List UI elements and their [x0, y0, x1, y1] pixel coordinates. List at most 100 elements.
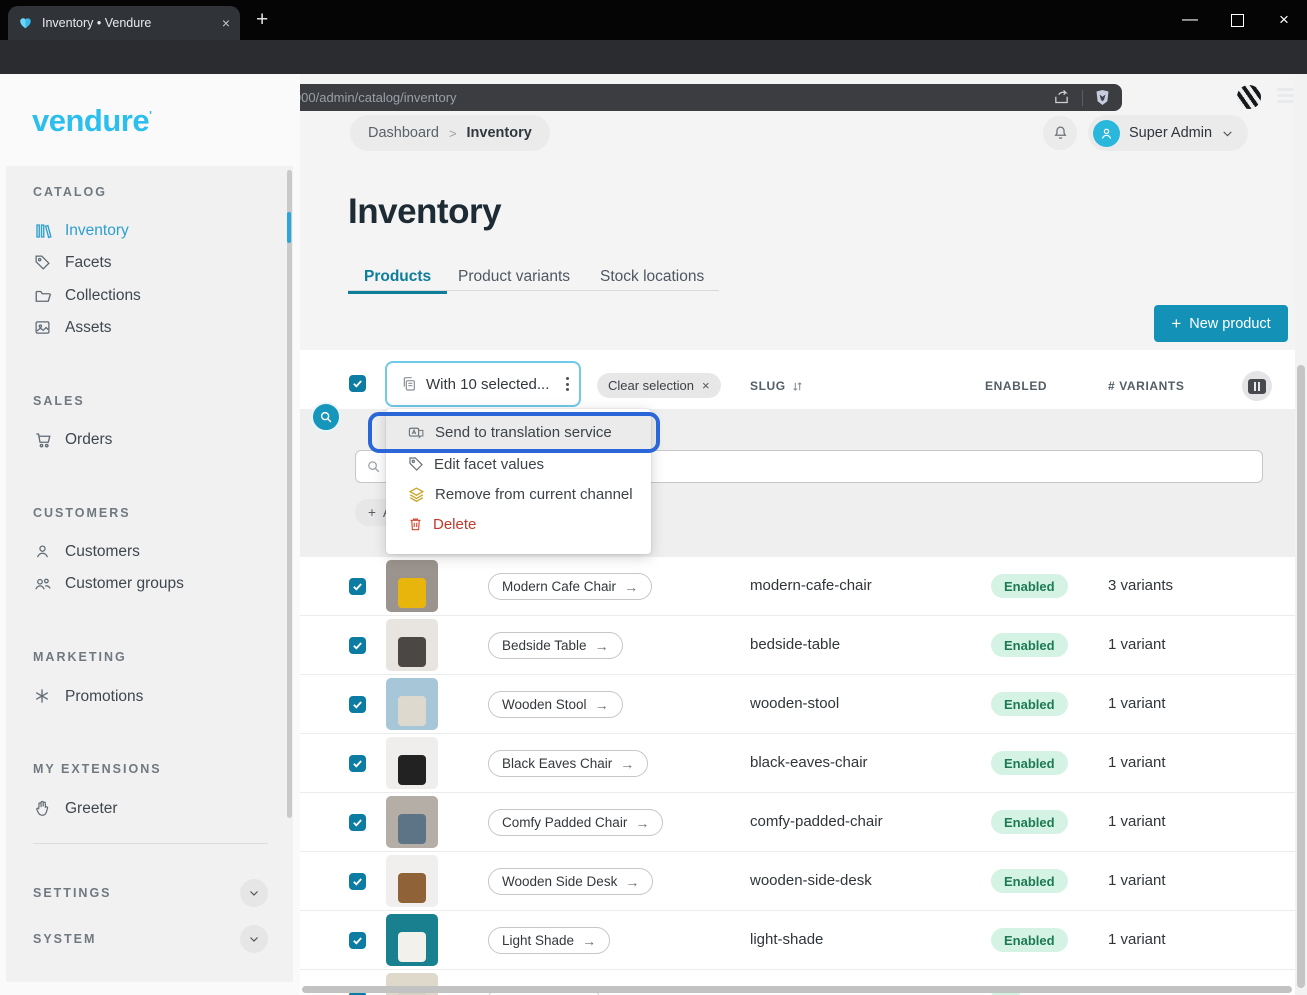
browser-profile-avatar[interactable]	[1237, 85, 1261, 109]
menu-item-edit-facet-values[interactable]: Edit facet values	[386, 449, 651, 479]
vendure-logo[interactable]: vendure'	[32, 103, 151, 139]
notifications-button[interactable]	[1043, 116, 1077, 150]
table-row[interactable]: Comfy Padded Chair→ comfy-padded-chair E…	[300, 793, 1295, 852]
sort-icon[interactable]	[791, 380, 804, 393]
table-row[interactable]: Black Eaves Chair→ black-eaves-chair Ena…	[300, 734, 1295, 793]
bulk-actions-button[interactable]: With 10 selected...	[385, 361, 581, 407]
row-checkbox[interactable]	[349, 873, 366, 890]
row-checkbox[interactable]	[349, 578, 366, 595]
tab-product-variants[interactable]: Product variants	[458, 262, 570, 291]
url-bar[interactable]: i localhost:3000/admin/catalog/inventory	[190, 84, 1122, 111]
arrow-right-icon: →	[625, 874, 639, 890]
tab-products[interactable]: Products	[348, 262, 447, 294]
sidebar-item-label: Assets	[65, 319, 112, 337]
column-header-enabled[interactable]: ENABLED	[985, 379, 1047, 393]
menu-item-label: Edit facet values	[434, 456, 544, 473]
trash-icon	[408, 516, 423, 532]
sidebar-item-inventory[interactable]: Inventory	[24, 216, 274, 246]
chevron-down-icon[interactable]	[240, 925, 268, 953]
row-checkbox[interactable]	[349, 932, 366, 949]
menu-item-remove-from-channel[interactable]: Remove from current channel	[386, 479, 651, 509]
status-badge: Enabled	[991, 869, 1068, 893]
arrow-right-icon: →	[582, 933, 596, 949]
folder-icon	[34, 287, 52, 305]
window-close-button[interactable]: ×	[1261, 0, 1307, 40]
product-name-link[interactable]: Wooden Stool→	[488, 691, 623, 718]
row-checkbox[interactable]	[349, 755, 366, 772]
breadcrumb-dashboard[interactable]: Dashboard	[368, 125, 439, 141]
sidebar-item-orders[interactable]: Orders	[24, 425, 274, 455]
arrow-right-icon: →	[595, 697, 609, 713]
product-name-link[interactable]: Black Eaves Chair→	[488, 750, 648, 777]
product-name-link[interactable]: Light Shade→	[488, 927, 610, 954]
sidebar-item-promotions[interactable]: Promotions	[24, 682, 274, 712]
horizontal-scrollbar-thumb[interactable]	[302, 986, 1292, 993]
table-row[interactable]: Light Shade→ light-shade Enabled 1 varia…	[300, 911, 1295, 970]
product-thumbnail	[386, 914, 438, 966]
search-toggle-button[interactable]	[311, 402, 341, 432]
sidebar-item-facets[interactable]: Facets	[24, 248, 274, 278]
section-sales: SALES	[33, 394, 85, 408]
status-badge: Enabled	[991, 633, 1068, 657]
sidebar-item-label: Collections	[65, 287, 141, 305]
product-name-link[interactable]: Wooden Side Desk→	[488, 868, 653, 895]
product-slug: wooden-stool	[750, 695, 839, 712]
sidebar-item-collections[interactable]: Collections	[24, 281, 274, 311]
page-title: Inventory	[348, 192, 501, 232]
row-checkbox[interactable]	[349, 696, 366, 713]
chevron-down-icon[interactable]	[240, 879, 268, 907]
breadcrumb-separator-icon: >	[449, 126, 457, 141]
page-scrollbar-thumb[interactable]	[1297, 365, 1305, 988]
user-menu[interactable]: Super Admin	[1088, 115, 1248, 151]
table-row[interactable]: Bedside Table→ bedside-table Enabled 1 v…	[300, 616, 1295, 675]
tab-stock-locations[interactable]: Stock locations	[600, 262, 704, 291]
sidebar-scrollbar[interactable]	[287, 170, 292, 818]
window-maximize-button[interactable]	[1214, 0, 1260, 40]
browser-tab[interactable]: Inventory • Vendure ×	[8, 6, 240, 40]
product-name-link[interactable]: Comfy Padded Chair→	[488, 809, 663, 836]
product-thumbnail	[386, 678, 438, 730]
status-badge: Enabled	[991, 692, 1068, 716]
sidebar-item-label: Customers	[65, 543, 140, 561]
select-all-checkbox[interactable]	[349, 375, 366, 392]
product-thumbnail	[386, 737, 438, 789]
table-row[interactable]: Wooden Stool→ wooden-stool Enabled 1 var…	[300, 675, 1295, 734]
clear-selection-button[interactable]: Clear selection ×	[597, 373, 721, 398]
brave-shield-icon[interactable]	[1095, 89, 1110, 106]
new-tab-button[interactable]: +	[256, 8, 268, 32]
sidebar-item-greeter[interactable]: Greeter	[24, 794, 274, 824]
row-checkbox[interactable]	[349, 814, 366, 831]
column-header-slug[interactable]: SLUG	[750, 379, 804, 393]
browser-menu-icon[interactable]	[1277, 88, 1294, 103]
menu-item-label: Delete	[433, 516, 476, 533]
variant-count: 1 variant	[1108, 695, 1166, 712]
sidebar-item-customers[interactable]: Customers	[24, 537, 274, 567]
menu-item-label: Send to translation service	[435, 424, 612, 441]
row-checkbox[interactable]	[349, 637, 366, 654]
product-name-link[interactable]: Modern Cafe Chair→	[488, 573, 652, 600]
product-slug: light-shade	[750, 931, 823, 948]
menu-item-delete[interactable]: Delete	[386, 509, 651, 539]
new-product-button[interactable]: + New product	[1154, 305, 1288, 342]
variant-count: 1 variant	[1108, 813, 1166, 830]
column-header-variants[interactable]: # VARIANTS	[1108, 379, 1184, 393]
sidebar-item-assets[interactable]: Assets	[24, 313, 274, 343]
product-name-link[interactable]: Bedside Table→	[488, 632, 623, 659]
bell-icon	[1052, 125, 1069, 142]
breadcrumb-inventory[interactable]: Inventory	[467, 125, 532, 141]
column-settings-button[interactable]	[1242, 371, 1272, 401]
sidebar-divider	[33, 843, 268, 844]
sidebar-item-customer-groups[interactable]: Customer groups	[24, 569, 274, 599]
sidebar-section-system[interactable]: SYSTEM	[33, 925, 268, 953]
table-row[interactable]: Modern Cafe Chair→ modern-cafe-chair Ena…	[300, 557, 1295, 616]
active-nav-indicator	[287, 212, 291, 243]
table-row[interactable]: Wooden Side Desk→ wooden-side-desk Enabl…	[300, 852, 1295, 911]
users-icon	[34, 575, 52, 593]
tab-close-icon[interactable]: ×	[222, 15, 230, 31]
sidebar-section-settings[interactable]: SETTINGS	[33, 879, 268, 907]
share-icon[interactable]	[1053, 89, 1070, 106]
window-minimize-button[interactable]: —	[1167, 0, 1213, 40]
close-icon: ×	[702, 378, 710, 393]
app-window: Inventory • Vendure × + — × i localhost:…	[0, 0, 1307, 995]
menu-item-send-to-translation[interactable]: Send to translation service	[386, 415, 651, 449]
